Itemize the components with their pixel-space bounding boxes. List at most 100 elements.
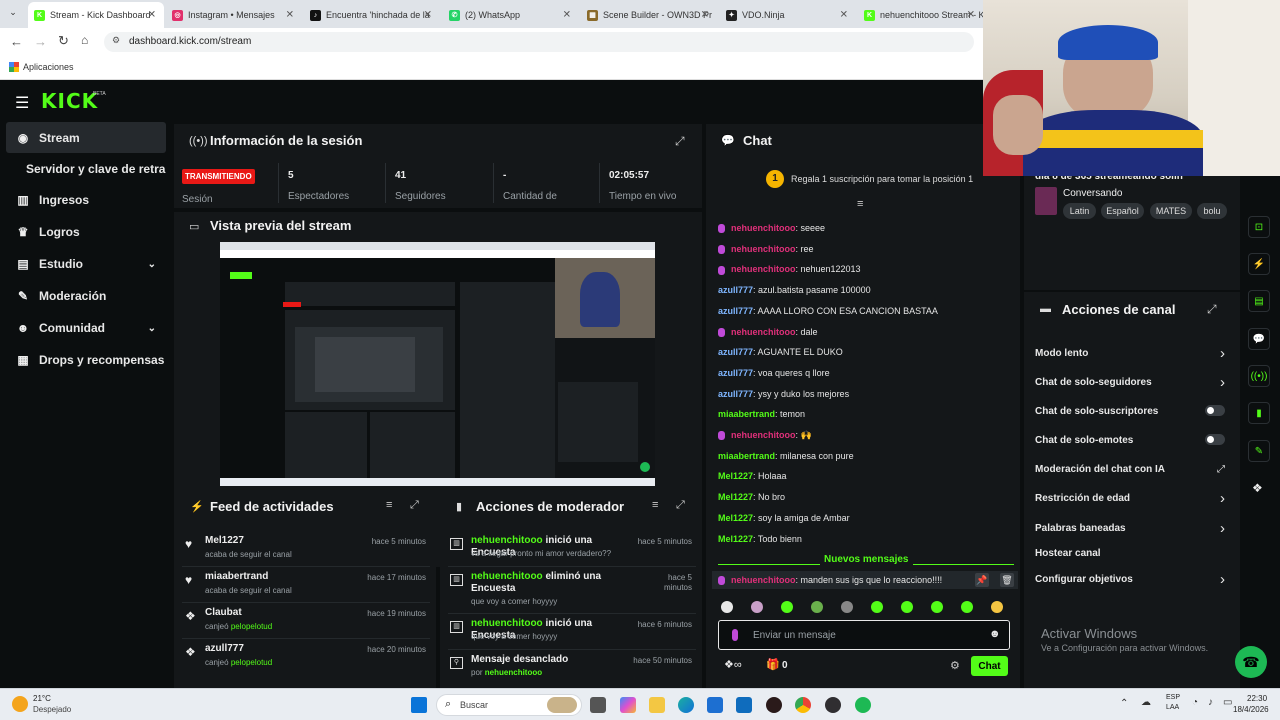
chrome-icon[interactable] — [795, 697, 811, 713]
tab-close-icon[interactable]: ✕ — [967, 10, 975, 21]
chat-message[interactable]: nehuenchitooo: dale — [718, 327, 818, 337]
emote-icon[interactable] — [751, 601, 763, 613]
rail-document-icon[interactable]: ▤ — [1248, 290, 1270, 312]
chat-message[interactable]: nehuenchitooo: seeee — [718, 223, 825, 234]
start-icon[interactable] — [411, 697, 427, 713]
chevron-down-icon[interactable]: ⌄ — [148, 323, 156, 334]
browser-tab[interactable]: ♪ Encuentra 'hinchada de la ✕ — [304, 4, 440, 26]
weather-temp[interactable]: 21°C — [33, 694, 51, 703]
feed-filter-icon[interactable]: ≡ — [386, 499, 392, 511]
channel-action-row[interactable]: Modo lento › — [1035, 345, 1225, 362]
browser-tab[interactable]: K Stream - Kick Dashboard ✕ — [28, 2, 164, 28]
chat-username[interactable]: miaabertrand — [718, 409, 775, 419]
channel-action-row[interactable]: Chat de solo-suscriptores — [1035, 405, 1225, 417]
rail-broadcast-icon[interactable]: ((•)) — [1248, 365, 1270, 387]
mod-username[interactable]: nehuenchitooo — [471, 571, 543, 582]
rail-wrench-icon[interactable]: ✎ — [1248, 440, 1270, 462]
chat-username[interactable]: azull777 — [718, 285, 753, 295]
chat-username[interactable]: azull777 — [718, 347, 753, 357]
browser-tab[interactable]: ▦ Scene Builder - OWN3D Pr ✕ — [581, 4, 717, 26]
mod-popout-icon[interactable]: ⤢ — [676, 499, 685, 512]
chat-username[interactable]: miaabertrand — [718, 451, 775, 461]
chevron-right-icon[interactable]: › — [1220, 374, 1225, 391]
new-messages-label[interactable]: Nuevos mensajes — [820, 554, 913, 565]
last-chat-message[interactable]: nehuenchitooo: manden sus igs que lo rea… — [718, 575, 942, 586]
channel-action-row[interactable]: Hostear canal — [1035, 548, 1225, 559]
spotify-icon[interactable] — [855, 697, 871, 713]
rail-chat-icon[interactable]: 💬 — [1248, 328, 1270, 350]
chat-input[interactable]: Enviar un mensaje ☻ — [718, 620, 1010, 650]
external-link-icon[interactable]: ⤢ — [1217, 464, 1225, 475]
obs-icon[interactable] — [825, 697, 841, 713]
chevron-right-icon[interactable]: › — [1220, 571, 1225, 588]
sidebar-item[interactable]: ◉ Stream — [6, 122, 166, 153]
rail-points-icon[interactable]: ❖ — [1252, 481, 1263, 495]
sidebar-item[interactable]: ▤ Estudio ⌄ — [6, 250, 166, 278]
chat-message[interactable]: Mel1227: Holaaa — [718, 471, 787, 481]
battery-icon[interactable]: ▭ — [1223, 697, 1232, 708]
feed-username[interactable]: azull777 — [205, 643, 244, 654]
chat-username[interactable]: nehuenchitooo — [731, 575, 796, 585]
emote-icon[interactable] — [841, 601, 853, 613]
back-icon[interactable]: ← — [10, 34, 23, 49]
tray-chevron-icon[interactable]: ⌃ — [1120, 698, 1128, 709]
chat-username[interactable]: azull777 — [718, 306, 753, 316]
sidebar-item[interactable]: ☻ Comunidad ⌄ — [6, 314, 166, 342]
forward-icon[interactable]: → — [34, 34, 47, 49]
rail-focus-icon[interactable]: ⊡ — [1248, 216, 1270, 238]
stream-tag[interactable]: Latin — [1063, 203, 1096, 219]
sidebar-item[interactable]: ▥ Ingresos — [6, 186, 166, 214]
weather-icon[interactable] — [12, 696, 28, 712]
emoji-picker-icon[interactable]: ☻ — [989, 628, 1001, 640]
kick-logo[interactable]: KICK — [41, 89, 98, 113]
chat-username[interactable]: Mel1227 — [718, 534, 753, 544]
chevron-right-icon[interactable]: › — [1220, 345, 1225, 362]
browser-tab[interactable]: ✆ (2) WhatsApp ✕ — [443, 4, 579, 26]
chat-username[interactable]: Mel1227 — [718, 513, 753, 523]
chat-message[interactable]: azull777: azul.batista pasame 100000 — [718, 285, 871, 295]
pinned-expand-icon[interactable]: ≡ — [857, 198, 863, 210]
clock-time[interactable]: 22:30 — [1247, 694, 1267, 703]
store-icon[interactable] — [707, 697, 723, 713]
emote-icon[interactable] — [931, 601, 943, 613]
stream-tag[interactable]: bolu — [1197, 203, 1227, 219]
tab-close-icon[interactable]: ✕ — [840, 10, 848, 21]
chat-message[interactable]: azull777: AGUANTE EL DUKO — [718, 347, 843, 357]
channel-actions-popout-icon[interactable]: ⤢ — [1207, 302, 1217, 317]
chevron-down-icon[interactable]: ⌄ — [148, 259, 156, 270]
chat-message[interactable]: nehuenchitooo: ree — [718, 244, 814, 254]
sidebar-item[interactable]: ✎ Moderación — [6, 282, 166, 310]
mod-username[interactable]: nehuenchitooo — [471, 535, 543, 546]
stream-preview-video[interactable] — [220, 242, 655, 486]
chat-username[interactable]: nehuenchitooo — [731, 430, 796, 440]
tab-close-icon[interactable]: ✕ — [424, 10, 432, 21]
copilot-icon[interactable] — [620, 697, 636, 713]
chat-username[interactable]: azull777 — [718, 368, 753, 378]
tab-close-icon[interactable]: ✕ — [286, 10, 294, 21]
bookmark-apps[interactable]: Aplicaciones — [23, 62, 74, 72]
toggle-switch[interactable] — [1205, 405, 1225, 416]
mail-icon[interactable] — [736, 697, 752, 713]
home-icon[interactable]: ⌂ — [81, 33, 88, 47]
category-thumbnail[interactable] — [1035, 187, 1057, 215]
chat-message[interactable]: nehuenchitooo: 🙌 — [718, 430, 812, 441]
toggle-switch[interactable] — [1205, 434, 1225, 445]
popout-icon[interactable]: ⤢ — [675, 134, 685, 149]
chat-message[interactable]: miaabertrand: milanesa con pure — [718, 451, 854, 461]
sidebar-item[interactable]: ♛ Logros — [6, 218, 166, 246]
chat-username[interactable]: nehuenchitooo — [731, 244, 796, 254]
chat-message[interactable]: miaabertrand: temon — [718, 409, 805, 419]
sidebar-item[interactable]: ▦ Drops y recompensas — [6, 346, 166, 374]
chat-username[interactable]: Mel1227 — [718, 471, 753, 481]
mod-detail-user[interactable]: nehuenchitooo — [485, 668, 542, 677]
stream-tag[interactable]: MATES — [1150, 203, 1192, 219]
chat-message[interactable]: azull777: voa queres q llore — [718, 368, 830, 378]
apps-grid-icon[interactable] — [9, 62, 19, 72]
channel-action-row[interactable]: Palabras baneadas › — [1035, 520, 1225, 537]
lang-top[interactable]: ESP — [1166, 694, 1180, 701]
stream-category[interactable]: Conversando — [1063, 188, 1122, 199]
chat-username[interactable]: Mel1227 — [718, 492, 753, 502]
gift-sub-promo[interactable]: Regala 1 suscripción para tomar la posic… — [791, 174, 973, 184]
chevron-right-icon[interactable]: › — [1220, 520, 1225, 537]
channel-action-row[interactable]: Moderación del chat con IA ⤢ — [1035, 464, 1225, 475]
